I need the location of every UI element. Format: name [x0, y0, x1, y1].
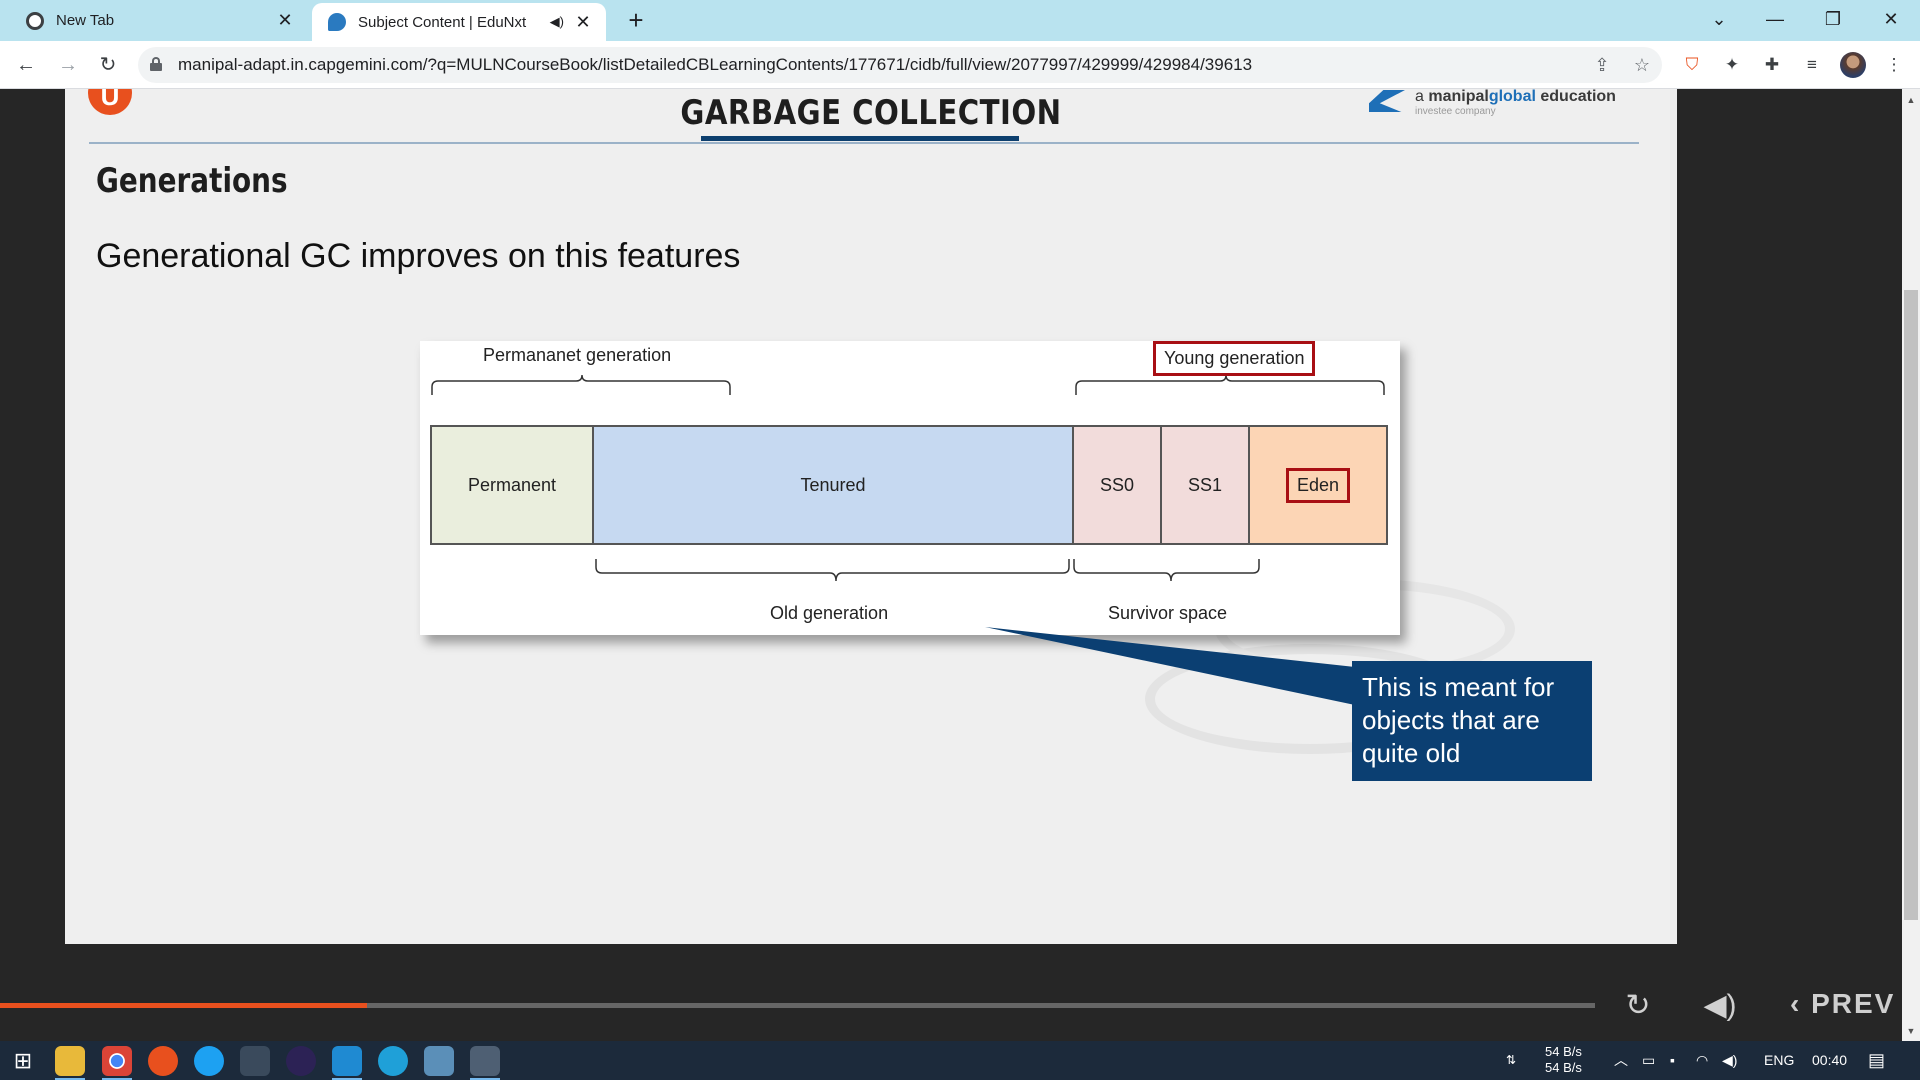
close-window-button[interactable]: ✕ — [1866, 0, 1916, 41]
edunxt-icon — [328, 13, 346, 31]
postman-icon[interactable] — [148, 1046, 178, 1076]
windows-taskbar: ⊞ ⇅ 54 B/s 54 B/s ︿ ▭ ▪ ◠ ◀) ENG 00:40 ▤ — [0, 1041, 1920, 1080]
brace-old-generation — [595, 559, 1070, 582]
tab-title: Subject Content | EduNxt — [358, 13, 527, 31]
brace-permanent-generation — [431, 374, 731, 395]
replay-icon[interactable]: ↻ — [1618, 986, 1658, 1026]
page-viewport: U GARBAGE COLLECTION a manipalglobal edu… — [0, 89, 1920, 1041]
address-bar[interactable]: manipal-adapt.in.capgemini.com/?q=MULNCo… — [138, 47, 1662, 83]
scroll-up-arrow-icon[interactable]: ▲ — [1902, 91, 1920, 109]
net-down: 54 B/s — [1545, 1060, 1582, 1075]
brace-young-generation — [1075, 374, 1385, 395]
chrome-active-icon[interactable] — [470, 1046, 500, 1076]
brand-logo: a manipalglobal education investee compa… — [1369, 89, 1669, 118]
forward-arrow-icon[interactable]: → — [52, 49, 84, 81]
display-icon[interactable]: ▪ — [1670, 1041, 1675, 1080]
prev-button[interactable]: ‹ PREV — [1790, 988, 1895, 1020]
segment-permanent: Permanent — [430, 425, 594, 545]
show-hidden-icons-icon[interactable]: ︿ — [1614, 1041, 1628, 1080]
new-tab-button[interactable]: + — [622, 6, 650, 34]
brand-name: a manipalglobal education — [1415, 89, 1616, 105]
chrome-taskbar-icon[interactable] — [102, 1046, 132, 1076]
net-up: 54 B/s — [1545, 1044, 1582, 1059]
battery-icon[interactable]: ▭ — [1642, 1041, 1655, 1080]
extensions-puzzle-icon[interactable]: ✚ — [1760, 53, 1784, 77]
segment-ss0: SS0 — [1072, 425, 1162, 545]
section-title: Generations — [96, 161, 288, 201]
url-text[interactable]: manipal-adapt.in.capgemini.com/?q=MULNCo… — [178, 47, 1252, 83]
network-speed: 54 B/s 54 B/s — [1545, 1044, 1582, 1076]
restore-button[interactable]: ❐ — [1808, 0, 1858, 41]
eclipse-icon[interactable] — [286, 1046, 316, 1076]
brand-mark-icon — [1369, 90, 1405, 112]
notifications-icon[interactable]: ▤ — [1868, 1041, 1885, 1080]
extension-u-icon[interactable]: ⛉ — [1680, 53, 1704, 77]
audio-playing-icon[interactable]: ◀) — [550, 14, 564, 30]
windows-start-icon[interactable]: ⊞ — [8, 1046, 38, 1076]
language-indicator[interactable]: ENG — [1764, 1041, 1794, 1080]
browser-toolbar: ← → ↻ manipal-adapt.in.capgemini.com/?q=… — [0, 41, 1920, 89]
segment-eden: Eden — [1248, 425, 1388, 545]
profile-avatar[interactable] — [1840, 52, 1866, 78]
edge-icon[interactable] — [378, 1046, 408, 1076]
tab-search-icon[interactable]: ⌄ — [1694, 0, 1744, 41]
reload-icon[interactable]: ↻ — [92, 49, 124, 81]
back-arrow-icon[interactable]: ← — [10, 49, 42, 81]
tab-subject-content[interactable]: Subject Content | EduNxt ◀) ✕ — [312, 3, 606, 41]
label-young-generation: Young generation — [1153, 341, 1316, 376]
extension-dark-icon[interactable]: ✦ — [1720, 53, 1744, 77]
slide: U GARBAGE COLLECTION a manipalglobal edu… — [65, 89, 1677, 944]
scrollbar-thumb[interactable] — [1904, 290, 1918, 920]
title-rule — [89, 142, 1639, 144]
callout-pointer — [985, 627, 1355, 705]
label-survivor-space: Survivor space — [1108, 603, 1228, 623]
bookmark-star-icon[interactable]: ☆ — [1628, 51, 1656, 79]
tab-new-tab[interactable]: New Tab ✕ — [10, 0, 308, 41]
minimize-button[interactable]: — — [1750, 0, 1800, 41]
media-queue-icon[interactable]: ≡ — [1800, 53, 1824, 77]
university-logo: U — [88, 89, 132, 115]
segment-ss1: SS1 — [1160, 425, 1250, 545]
scroll-down-arrow-icon[interactable]: ▼ — [1902, 1022, 1920, 1040]
share-icon[interactable]: ⇪ — [1588, 51, 1616, 79]
body-text: Generational GC improves on this feature… — [96, 237, 741, 275]
video-progress-fill — [0, 1003, 367, 1008]
brace-survivor-space — [1073, 559, 1260, 582]
chrome-icon — [26, 11, 44, 30]
wifi-icon[interactable]: ◠ — [1696, 1041, 1708, 1080]
photos-icon[interactable] — [424, 1046, 454, 1076]
tab-strip: New Tab ✕ Subject Content | EduNxt ◀) ✕ … — [0, 0, 1920, 41]
slide-title: GARBAGE COLLECTION — [680, 93, 1062, 133]
tray-arrows-icon[interactable]: ⇅ — [1506, 1041, 1516, 1080]
vscode-icon[interactable] — [332, 1046, 362, 1076]
lock-icon[interactable] — [150, 57, 162, 71]
segment-tenured: Tenured — [592, 425, 1074, 545]
speaker-icon[interactable]: ◀) — [1722, 1041, 1737, 1080]
label-old-generation: Old generation — [770, 603, 889, 623]
app-dark-icon[interactable] — [240, 1046, 270, 1076]
menu-kebab-icon[interactable]: ⋮ — [1882, 53, 1906, 77]
file-explorer-icon[interactable] — [55, 1046, 85, 1076]
close-tab-icon[interactable]: ✕ — [572, 12, 594, 33]
title-underline — [701, 136, 1019, 141]
tab-title: New Tab — [56, 12, 115, 29]
app-blue-icon[interactable] — [194, 1046, 224, 1076]
callout-box: This is meant for objects that are quite… — [1352, 661, 1592, 781]
brand-subtitle: investee company — [1415, 106, 1496, 117]
heap-generations-diagram: Permananet generation Young generation P… — [420, 341, 1400, 635]
label-permanent-generation: Permananet generation — [483, 345, 672, 365]
close-tab-icon[interactable]: ✕ — [274, 10, 296, 31]
volume-icon[interactable]: ◀) — [1700, 986, 1740, 1026]
clock[interactable]: 00:40 — [1812, 1041, 1847, 1080]
